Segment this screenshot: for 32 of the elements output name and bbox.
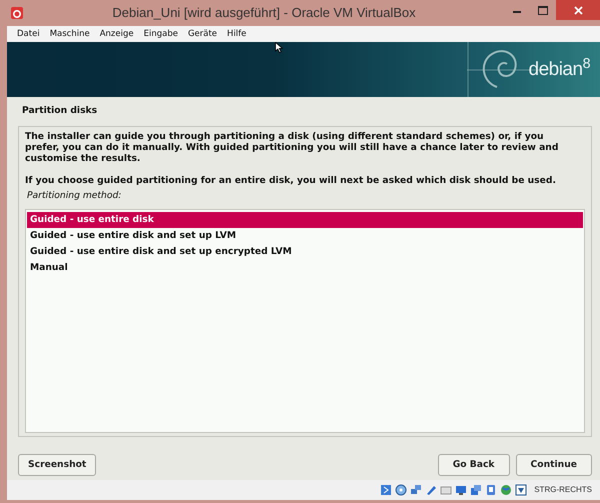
menu-item[interactable]: Datei	[12, 28, 45, 40]
maximize-icon	[538, 6, 548, 14]
list-label: Partitioning method:	[27, 188, 122, 203]
optical-disc-icon[interactable]	[395, 484, 408, 496]
list-option[interactable]: Manual	[27, 260, 583, 276]
back-button[interactable]: Go Back	[438, 454, 510, 476]
display-icon[interactable]	[455, 484, 468, 496]
menu-item[interactable]: Anzeige	[94, 28, 139, 40]
window-title: Debian_Uni [wird ausgeführt] - Oracle VM VirtualBox	[111, 4, 417, 22]
menu-item[interactable]: Geräte	[182, 28, 222, 40]
page-heading: Partition disks	[21, 104, 98, 118]
menu-item[interactable]: Eingabe	[138, 28, 183, 40]
list-option[interactable]: Guided - use entire disk	[27, 212, 583, 228]
debian-logo-text: debian$^{8}$	[528, 56, 590, 82]
paragraph: If you choose guided partitioning for an entire disk, you will next be asked which disk should be used.	[25, 174, 557, 186]
drive-icon[interactable]	[380, 484, 392, 496]
pen-icon[interactable]	[425, 484, 438, 496]
screenshot-button[interactable]: Screenshot	[18, 454, 96, 476]
menu-item[interactable]: Maschine	[44, 28, 95, 40]
network-icon[interactable]	[410, 484, 422, 496]
continue-button[interactable]: Continue	[516, 454, 592, 476]
menu-item[interactable]: Hilfe	[222, 28, 252, 40]
close-icon	[574, 6, 582, 14]
windows-icon[interactable]	[470, 484, 482, 496]
app-logo-icon	[10, 6, 24, 20]
close-button[interactable]	[556, 0, 600, 20]
globe-icon[interactable]	[500, 484, 512, 496]
host-key-label: STRG-RECHTS	[534, 484, 592, 496]
list-option[interactable]: Guided - use entire disk and set up LVM	[27, 228, 583, 244]
list-option[interactable]: Guided - use entire disk and set up encrypted LVM	[27, 244, 583, 260]
paragraph: The installer can guide you through partitioning a disk (using different standard schemes) or, if you prefer, you can do it manually. With guided partitioning you will still have a chance later to review and customise the results.	[25, 130, 560, 164]
chip-icon[interactable]	[485, 484, 498, 496]
